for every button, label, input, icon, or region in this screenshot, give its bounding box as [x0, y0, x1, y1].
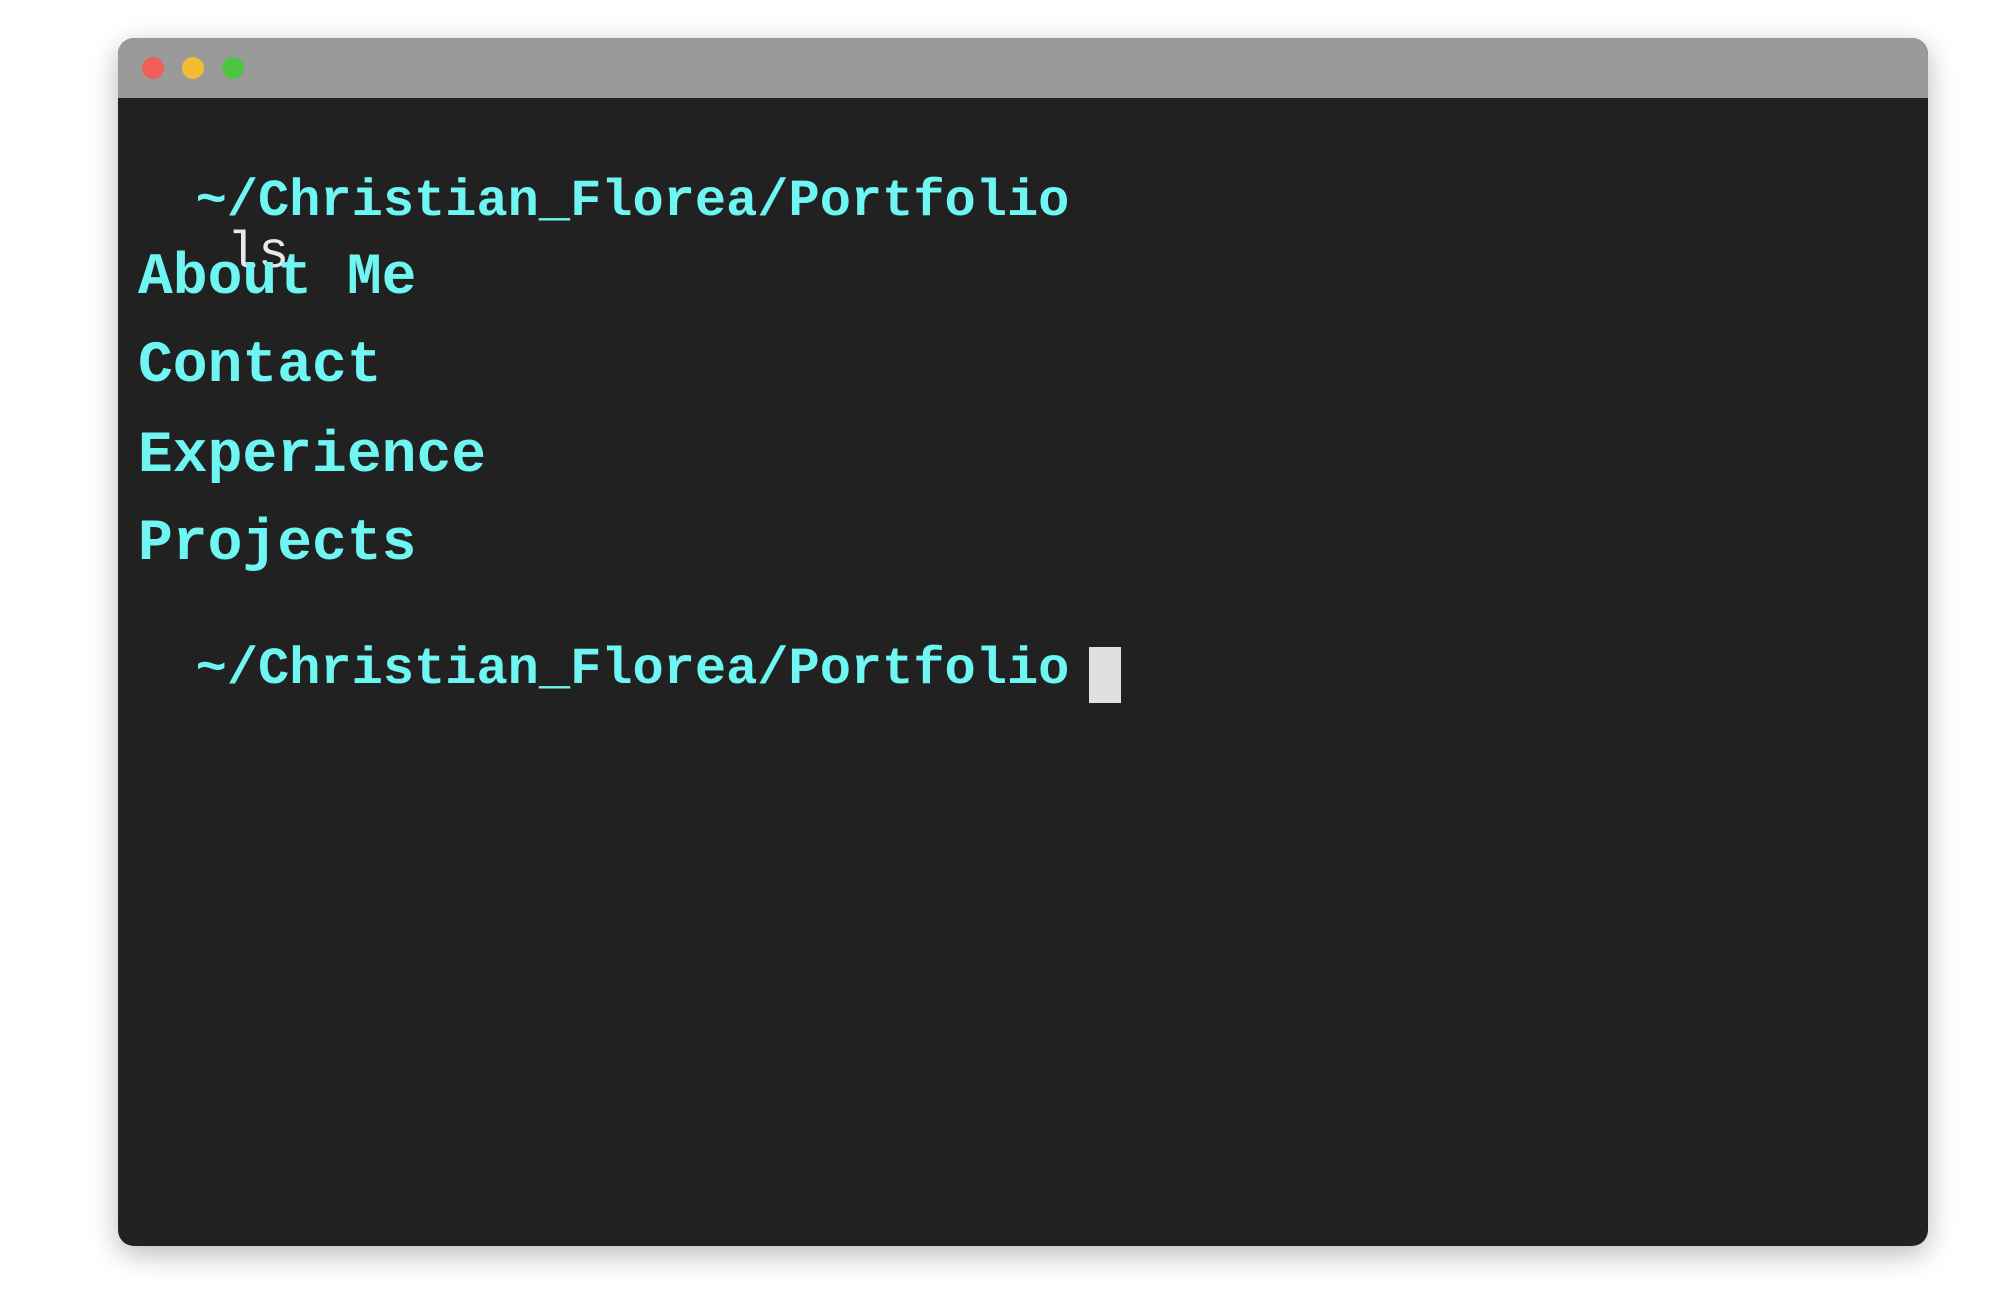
entry-projects[interactable]: Projects [138, 516, 416, 574]
prompt-line-2[interactable]: ~/Christian_Florea/Portfolio [138, 628, 1122, 723]
terminal-output: ~/Christian_Florea/Portfolio ls About Me… [138, 98, 1908, 1246]
text-cursor [1089, 646, 1122, 703]
entry-about-me[interactable]: About Me [138, 250, 416, 308]
prompt-path: ~/Christian_Florea/Portfolio [195, 640, 1070, 699]
title-bar [118, 38, 1928, 98]
zoom-window-button[interactable] [222, 57, 244, 79]
entry-contact[interactable]: Contact [138, 338, 382, 396]
close-window-button[interactable] [142, 57, 164, 79]
minimize-window-button[interactable] [182, 57, 204, 79]
prompt-path: ~/Christian_Florea/Portfolio [195, 172, 1070, 231]
entry-experience[interactable]: Experience [138, 428, 486, 486]
terminal-window: ~/Christian_Florea/Portfolio ls About Me… [118, 38, 1928, 1246]
